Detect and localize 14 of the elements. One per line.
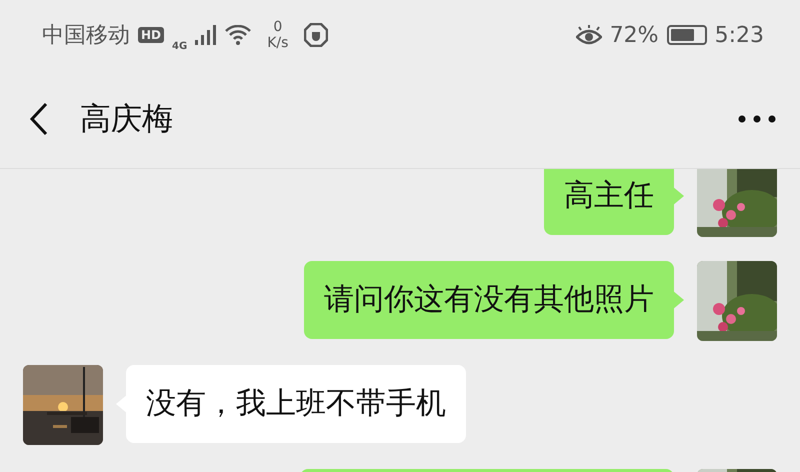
wifi-icon (225, 25, 252, 45)
speed-value: 0 (273, 19, 282, 35)
hand-icon (304, 23, 328, 47)
clock: 5:23 (714, 22, 764, 48)
network-type: 4G (172, 40, 188, 52)
carrier-name: 中国移动 (42, 22, 130, 50)
battery-icon (666, 25, 707, 45)
more-icon[interactable] (738, 115, 776, 123)
battery-percent: 72% (610, 22, 659, 48)
hd-badge: HD (138, 27, 164, 43)
speed-unit: K/s (267, 35, 288, 51)
back-icon[interactable] (28, 102, 50, 136)
contact-name: 高庆梅 (80, 100, 174, 139)
signal-icon (195, 25, 218, 45)
